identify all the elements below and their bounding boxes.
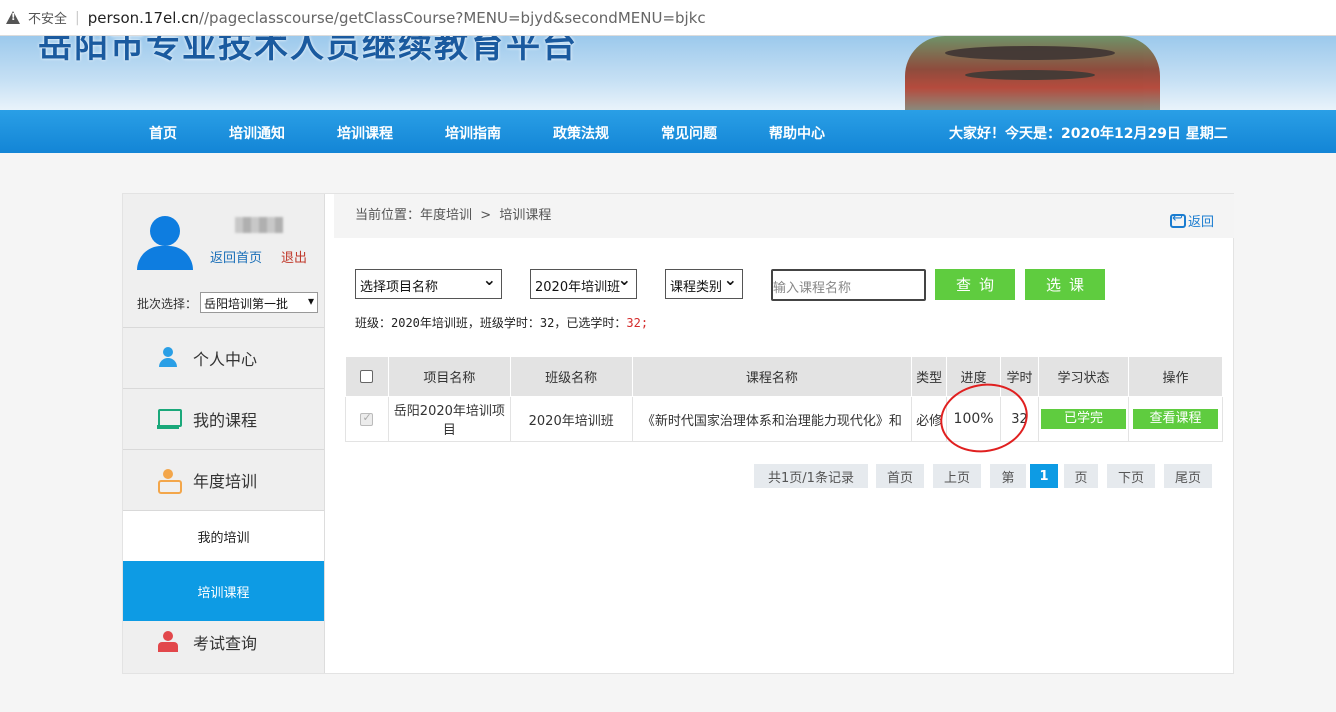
row-checkbox[interactable] (360, 411, 374, 426)
exam-icon (157, 631, 179, 653)
person-icon (157, 347, 179, 369)
course-icon (157, 408, 182, 430)
sidebar-subitem-label: 培训课程 (197, 585, 250, 601)
main-panel: 当前位置：年度培训 > 培训课程 返回 选择项目名称 2020年培训班 课程类别… (334, 194, 1234, 673)
nav-item-help[interactable]: 帮助中心 (769, 123, 825, 143)
cell-class: 2020年培训班 (509, 396, 633, 442)
pavilion-image (905, 36, 1160, 110)
insecure-label[interactable]: 不安全 (28, 8, 67, 27)
column-header: 班级名称 (509, 356, 633, 397)
back-home-link[interactable]: 返回首页 (210, 247, 262, 266)
category-select[interactable]: 课程类别 (665, 269, 743, 299)
date-greeting: 大家好！今天是：2020年12月29日 星期二 (949, 126, 1228, 142)
cell-project: 岳阳2020年培训项目 (387, 396, 511, 442)
sidebar-subitem-label: 我的培训 (197, 530, 250, 546)
nav-item-policy[interactable]: 政策法规 (553, 123, 609, 143)
batch-select-value: 岳阳培训第一批 (204, 297, 289, 311)
site-banner: 岳阳市专业技术人员继续教育平台 (0, 36, 1336, 110)
course-search-placeholder: 输入课程名称 (773, 281, 852, 296)
select-course-button[interactable]: 选课 (1025, 269, 1105, 300)
column-header: 项目名称 (387, 356, 511, 397)
project-select-value: 选择项目名称 (360, 280, 439, 295)
course-search-input[interactable]: 输入课程名称 (771, 269, 926, 301)
table-header-row: 项目名称 班级名称 课程名称 类型 进度 学时 学习状态 操作 (345, 356, 1224, 397)
class-select[interactable]: 2020年培训班 (530, 269, 637, 299)
cell-hours: 32 (1000, 396, 1039, 442)
address-bar[interactable]: 不安全 | person.17el.cn//pageclasscourse/ge… (0, 0, 1336, 36)
sidebar-item-label: 考试查询 (193, 634, 258, 653)
category-select-value: 课程类别 (670, 280, 723, 295)
address-separator: | (75, 9, 80, 26)
nav-item-guide[interactable]: 培训指南 (445, 123, 501, 143)
nav-item-faq[interactable]: 常见问题 (661, 123, 717, 143)
return-icon (1169, 211, 1186, 228)
back-label: 返回 (1187, 215, 1214, 230)
training-icon (157, 469, 182, 494)
warning-icon[interactable] (6, 10, 20, 25)
breadcrumb: 当前位置：年度培训 > 培训课程 (355, 208, 552, 223)
class-info-end: ; (640, 316, 649, 330)
pager-next[interactable]: 下页 (1107, 464, 1155, 488)
pager-goto-prefix: 第 (990, 464, 1026, 488)
site-title: 岳阳市专业技术人员继续教育平台 (38, 36, 578, 66)
column-header: 课程名称 (631, 356, 913, 397)
project-select[interactable]: 选择项目名称 (355, 269, 502, 299)
column-header: 类型 (911, 356, 948, 397)
batch-label: 批次选择： (137, 297, 198, 311)
nav-item-notice[interactable]: 培训通知 (229, 123, 285, 143)
query-button[interactable]: 查询 (935, 269, 1015, 300)
class-info: 班级：2020年培训班，班级学时：32，已选学时：32; (355, 314, 648, 331)
select-all-cell (345, 356, 389, 397)
table-row: 岳阳2020年培训项目 2020年培训班 《新时代国家治理体系和治理能力现代化》… (345, 396, 1224, 442)
avatar-icon (137, 216, 195, 272)
pager-last[interactable]: 尾页 (1164, 464, 1212, 488)
url-path: //pageclasscourse/getClassCourse?MENU=bj… (198, 8, 706, 27)
sidebar-item-my-courses[interactable]: 我的课程 (123, 389, 324, 449)
sidebar: 返回首页 退出 批次选择： 岳阳培训第一批 个人中心 我的课程 年度培训 我的培… (123, 194, 325, 673)
logout-link[interactable]: 退出 (281, 247, 307, 266)
pager-summary: 共1页/1条记录 (754, 464, 868, 488)
url-text[interactable]: person.17el.cn//pageclasscourse/getClass… (88, 9, 706, 27)
row-checkbox-cell (345, 396, 389, 442)
sidebar-item-label: 个人中心 (193, 350, 258, 369)
pager-prev[interactable]: 上页 (933, 464, 981, 488)
cell-type: 必修 (911, 396, 948, 442)
main-nav: 首页 培训通知 培训课程 培训指南 政策法规 常见问题 帮助中心 大家好！今天是… (0, 110, 1336, 153)
pager-goto-suffix: 页 (1064, 464, 1098, 488)
course-table: 项目名称 班级名称 课程名称 类型 进度 学时 学习状态 操作 岳阳2020年培… (345, 356, 1224, 442)
nav-item-courses[interactable]: 培训课程 (337, 123, 393, 143)
breadcrumb-bar: 当前位置：年度培训 > 培训课程 返回 (334, 194, 1234, 238)
column-header: 学习状态 (1037, 356, 1129, 397)
view-course-button[interactable]: 查看课程 (1132, 409, 1218, 429)
cell-progress: 100% (946, 396, 1002, 442)
back-link[interactable]: 返回 (1169, 211, 1214, 230)
cell-status: 已学完 (1037, 396, 1129, 442)
username-blurred (235, 217, 283, 233)
pager-first[interactable]: 首页 (876, 464, 924, 488)
batch-select[interactable]: 岳阳培训第一批 (200, 292, 318, 313)
column-header: 操作 (1127, 356, 1224, 397)
column-header: 学时 (1000, 356, 1039, 397)
content-container: 返回首页 退出 批次选择： 岳阳培训第一批 个人中心 我的课程 年度培训 我的培… (122, 193, 1234, 674)
status-badge: 已学完 (1040, 409, 1126, 429)
sidebar-item-label: 我的课程 (193, 411, 258, 430)
sidebar-item-exam[interactable]: 考试查询 (123, 612, 324, 672)
pager-current[interactable]: 1 (1030, 464, 1058, 488)
nav-item-home[interactable]: 首页 (149, 123, 177, 143)
sidebar-item-annual-training[interactable]: 年度培训 (123, 450, 324, 510)
class-info-text: 班级：2020年培训班，班级学时：32，已选学时： (355, 316, 627, 330)
url-host: person.17el.cn (87, 8, 199, 27)
select-all-checkbox[interactable] (360, 370, 374, 383)
sidebar-item-label: 年度培训 (193, 472, 258, 491)
column-header: 进度 (946, 356, 1002, 397)
selected-hours: 32 (626, 316, 641, 330)
sidebar-subitem-my-training[interactable]: 我的培训 (123, 511, 324, 561)
cell-course: 《新时代国家治理体系和治理能力现代化》和 (631, 396, 913, 442)
class-select-value: 2020年培训班 (535, 280, 621, 295)
cell-action: 查看课程 (1127, 396, 1224, 442)
sidebar-item-personal[interactable]: 个人中心 (123, 328, 324, 388)
